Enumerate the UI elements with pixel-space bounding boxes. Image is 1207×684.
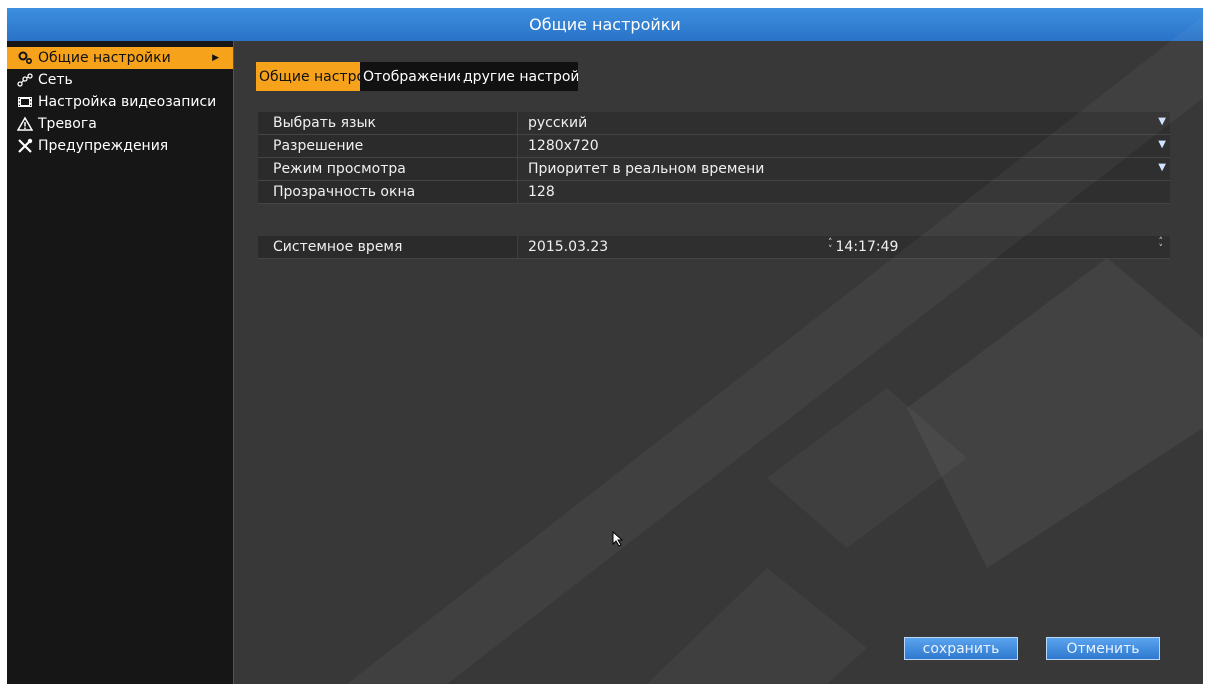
sidebar-item-label: Тревога [38,116,97,132]
title-bar: Общие настройки [7,8,1203,41]
setting-row-view-mode: Режим просмотра Приоритет в реальном вре… [258,158,1170,181]
setting-label: Выбрать язык [273,115,376,131]
chevron-down-icon: ▼ [1158,116,1166,127]
input-value: 128 [528,184,555,200]
sidebar-item-general[interactable]: Общие настройки ▶ [7,47,233,69]
tab-label: другие настройки [463,68,578,85]
cancel-button[interactable]: Отменить [1046,637,1160,660]
chevron-right-icon: ▶ [212,53,219,63]
warning-icon [16,116,34,132]
save-button[interactable]: сохранить [904,637,1018,660]
film-icon [17,94,33,110]
sidebar-item-label: Настройка видеозаписи [38,94,217,110]
setting-label: Режим просмотра [273,161,406,177]
gears-icon [17,50,33,66]
date-value: 2015.03.23 [528,239,609,255]
tab-display[interactable]: Отображение [360,62,460,91]
setting-row-system-time: Системное время 2015.03.23 ˄ ˅ 14:17:49 ˄… [258,236,1170,259]
tab-bar: Общие настройки Отображение другие настр… [256,62,578,91]
tools-icon [17,138,33,154]
setting-label: Разрешение [273,138,364,154]
setting-label: Системное время [273,239,403,255]
setting-label: Прозрачность окна [273,184,416,200]
settings-window: Общие настройки Общие настройки ▶ Сеть Н… [7,8,1203,684]
window-title: Общие настройки [529,15,681,34]
sidebar-item-label: Сеть [38,72,73,88]
date-input[interactable]: 2015.03.23 [518,236,828,258]
date-spinner-icon[interactable]: ˄ ˅ [828,239,833,255]
select-value: 1280x720 [528,138,599,154]
tab-label: Общие настройки [259,68,360,85]
sidebar-item-label: Общие настройки [38,50,171,66]
mouse-cursor-icon [612,531,624,547]
select-value: русский [528,115,588,131]
chevron-down-icon: ▼ [1158,139,1166,150]
network-icon [17,72,33,88]
tab-general[interactable]: Общие настройки [256,62,360,91]
select-value: Приоритет в реальном времени [528,161,765,177]
setting-row-transparency: Прозрачность окна 128 [258,181,1170,204]
tab-other[interactable]: другие настройки [460,62,578,91]
main-panel: Общие настройки Отображение другие настр… [234,41,1203,684]
sidebar-item-network[interactable]: Сеть [7,69,233,91]
sidebar-item-alarm[interactable]: Тревога [7,113,233,135]
sidebar-item-warnings[interactable]: Предупреждения [7,135,233,157]
transparency-input[interactable]: 128 [517,181,1170,203]
setting-row-language: Выбрать язык русский ▼ [258,112,1170,135]
sidebar-item-label: Предупреждения [38,138,169,154]
system-time-field: 2015.03.23 ˄ ˅ 14:17:49 ˄ ˅ [517,236,1170,258]
time-spinner-icon[interactable]: ˄ ˅ [1159,238,1164,254]
setting-row-resolution: Разрешение 1280x720 ▼ [258,135,1170,158]
view-mode-select[interactable]: Приоритет в реальном времени ▼ [517,158,1170,180]
language-select[interactable]: русский ▼ [517,112,1170,134]
tab-label: Отображение [363,68,460,85]
time-input[interactable]: ˄ ˅ 14:17:49 ˄ ˅ [828,236,1170,258]
resolution-select[interactable]: 1280x720 ▼ [517,135,1170,157]
chevron-down-icon: ▼ [1158,162,1166,173]
sidebar: Общие настройки ▶ Сеть Настройка видеоза… [7,41,234,684]
sidebar-item-recording[interactable]: Настройка видеозаписи [7,91,233,113]
time-value: 14:17:49 [835,239,899,255]
